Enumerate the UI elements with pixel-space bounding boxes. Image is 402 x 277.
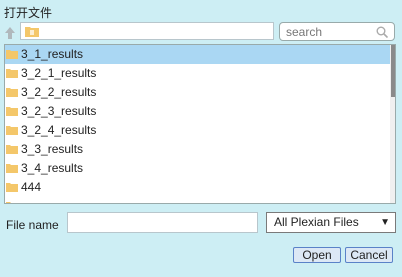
file-name: 3_2_3_results — [21, 104, 97, 118]
file-list[interactable]: 3_1_results 3_2_1_results 3_2_2_results … — [4, 44, 396, 204]
dropdown-arrow-icon: ▼ — [380, 217, 390, 228]
file-name: 3_3_results — [21, 142, 84, 156]
search-icon[interactable] — [376, 26, 388, 38]
path-field[interactable] — [20, 22, 274, 40]
folder-icon — [6, 202, 18, 203]
folder-icon — [6, 164, 18, 173]
list-item[interactable]: 444 — [5, 178, 395, 197]
folder-icon — [6, 107, 18, 116]
open-file-dialog: 打开文件 3_1_results 3_2_1_results 3_2_2_res… — [0, 0, 402, 277]
search-box[interactable] — [279, 22, 395, 41]
filename-input[interactable] — [67, 212, 258, 233]
open-button[interactable]: Open — [293, 247, 341, 263]
folder-icon — [6, 88, 18, 97]
list-item[interactable]: 3_2_4_results — [5, 121, 395, 140]
scrollbar-thumb[interactable] — [391, 45, 395, 97]
file-name: 3_4_results — [21, 161, 84, 175]
file-name: 3_2_2_results — [21, 85, 97, 99]
list-item[interactable]: 3_2_1_results — [5, 64, 395, 83]
arrow-up-icon[interactable] — [4, 26, 16, 40]
file-name: 3_1_results — [21, 47, 84, 61]
folder-icon — [6, 50, 18, 59]
folder-icon — [6, 183, 18, 192]
dialog-title: 打开文件 — [4, 6, 53, 20]
cancel-button[interactable]: Cancel — [345, 247, 393, 263]
search-input[interactable] — [286, 24, 370, 39]
file-name: 3_2_4_results — [21, 123, 97, 137]
scrollbar[interactable] — [390, 45, 395, 203]
list-item[interactable]: 3_3_results — [5, 140, 395, 159]
list-item[interactable] — [5, 197, 395, 203]
filetype-selected: All Plexian Files — [274, 215, 359, 229]
folder-icon — [6, 69, 18, 78]
file-name: 3_2_1_results — [21, 66, 97, 80]
folder-icon — [25, 27, 39, 37]
list-item[interactable]: 3_1_results — [5, 45, 395, 64]
filename-label: File name — [6, 218, 59, 232]
list-item[interactable]: 3_4_results — [5, 159, 395, 178]
folder-icon — [6, 126, 18, 135]
folder-icon — [6, 145, 18, 154]
file-name: 444 — [21, 180, 42, 194]
list-item[interactable]: 3_2_2_results — [5, 83, 395, 102]
filetype-select[interactable]: All Plexian Files ▼ — [266, 212, 396, 233]
list-item[interactable]: 3_2_3_results — [5, 102, 395, 121]
